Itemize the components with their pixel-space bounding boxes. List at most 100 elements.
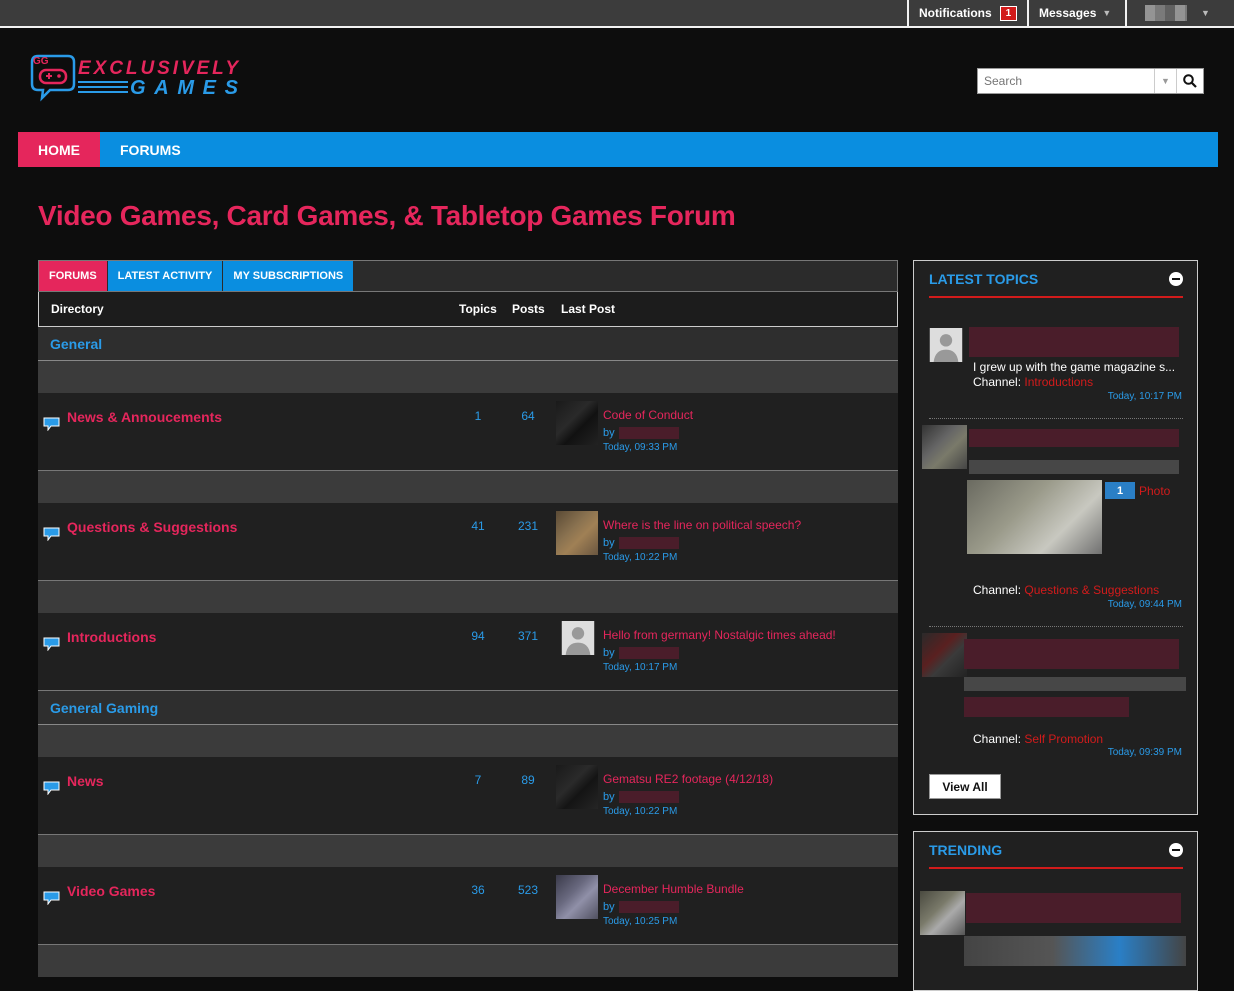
last-post-author[interactable]	[618, 791, 679, 804]
page-title: Video Games, Card Games, & Tabletop Game…	[38, 200, 736, 231]
topic-photo-thumbnail[interactable]	[967, 480, 1102, 554]
chevron-down-icon: ▼	[1102, 8, 1112, 18]
last-post-author[interactable]	[618, 427, 679, 440]
last-post-title[interactable]: Gematsu RE2 footage (4/12/18)	[603, 772, 773, 786]
forum-bubble-icon	[43, 891, 60, 905]
forum-topics-count[interactable]: 41	[458, 519, 498, 533]
forum-row: News & Annoucements 1 64 Code of Conduct…	[38, 393, 898, 471]
forum-name[interactable]: News	[67, 773, 104, 789]
avatar[interactable]	[922, 425, 967, 469]
column-directory: Directory	[51, 302, 104, 316]
forum-row: Video Games 36 523 December Humble Bundl…	[38, 867, 898, 945]
forum-name[interactable]: Video Games	[67, 883, 155, 899]
last-post-by: by	[603, 647, 615, 659]
topic-title[interactable]	[966, 893, 1181, 923]
logo-line2: GAMES	[130, 77, 239, 99]
avatar	[1145, 5, 1187, 21]
widget-title: TRENDING	[929, 842, 1003, 858]
forum-posts-count[interactable]: 64	[508, 409, 548, 423]
last-post-title[interactable]: Where is the line on political speech?	[603, 518, 801, 532]
forum-row: Questions & Suggestions 41 231 Where is …	[38, 503, 898, 581]
avatar[interactable]	[556, 401, 598, 445]
tab-forums[interactable]: FORUMS	[39, 261, 107, 291]
default-avatar-icon[interactable]	[929, 328, 963, 362]
topic-time: Today, 09:44 PM	[1107, 599, 1182, 610]
last-post-by: by	[603, 537, 615, 549]
avatar[interactable]	[556, 511, 598, 555]
forum-row: Introductions 94 371 Hello from germany!…	[38, 613, 898, 691]
latest-topics-widget: LATEST TOPICS I grew up with the game ma…	[913, 260, 1198, 815]
forum-name[interactable]: Introductions	[67, 629, 156, 645]
forum-name[interactable]: Questions & Suggestions	[67, 519, 237, 535]
last-post-time: Today, 10:22 PM	[603, 552, 678, 563]
topic-title[interactable]	[964, 639, 1179, 669]
forum-name[interactable]: News & Annoucements	[67, 409, 222, 425]
forum-posts-count[interactable]: 371	[508, 629, 548, 643]
table-header: Directory Topics Posts Last Post	[38, 292, 898, 327]
avatar[interactable]	[556, 875, 598, 919]
topic-title[interactable]	[969, 429, 1179, 447]
last-post-author[interactable]	[618, 537, 679, 550]
category-header[interactable]: General	[38, 327, 898, 361]
search-input[interactable]	[978, 69, 1154, 93]
messages-button[interactable]: Messages ▼	[1027, 0, 1125, 26]
search-options-dropdown[interactable]: ▼	[1154, 69, 1176, 93]
last-post-time: Today, 10:22 PM	[603, 806, 678, 817]
tab-my-subscriptions[interactable]: MY SUBSCRIPTIONS	[223, 261, 354, 291]
notifications-count-badge: 1	[999, 5, 1018, 21]
category-header[interactable]: General Gaming	[38, 691, 898, 725]
topic-title[interactable]	[969, 327, 1179, 357]
search-button[interactable]	[1176, 69, 1203, 93]
forum-bubble-icon	[43, 637, 60, 651]
widget-title: LATEST TOPICS	[929, 271, 1039, 287]
last-post-title[interactable]: December Humble Bundle	[603, 882, 744, 896]
channel-link[interactable]: Self Promotion	[1024, 732, 1103, 746]
forum-topics-count[interactable]: 36	[458, 883, 498, 897]
last-post-time: Today, 09:33 PM	[603, 442, 678, 453]
forum-topics-count[interactable]: 94	[458, 629, 498, 643]
photo-link[interactable]: Photo	[1139, 484, 1170, 498]
forum-posts-count[interactable]: 89	[508, 773, 548, 787]
forum-bubble-icon	[43, 781, 60, 795]
user-menu-button[interactable]: ▼	[1125, 0, 1234, 26]
default-avatar-icon[interactable]	[561, 621, 595, 655]
last-post-by: by	[603, 427, 615, 439]
topic-time: Today, 10:17 PM	[1107, 391, 1182, 402]
forum-posts-count[interactable]: 231	[508, 519, 548, 533]
view-all-button[interactable]: View All	[929, 774, 1001, 799]
column-posts: Posts	[512, 302, 545, 316]
site-logo[interactable]: GG EXCLUSIVELY GAMES	[28, 50, 243, 102]
search-bar: ▼	[977, 68, 1204, 94]
logo-line1: EXCLUSIVELY	[78, 58, 240, 79]
column-topics: Topics	[459, 302, 497, 316]
nav-forums[interactable]: FORUMS	[100, 132, 201, 167]
tab-latest-activity[interactable]: LATEST ACTIVITY	[107, 261, 223, 291]
last-post-time: Today, 10:25 PM	[603, 916, 678, 927]
channel-link[interactable]: Questions & Suggestions	[1024, 583, 1159, 597]
avatar[interactable]	[556, 765, 598, 809]
collapse-icon[interactable]	[1169, 843, 1183, 857]
chevron-down-icon: ▼	[1201, 8, 1210, 18]
forum-topics-count[interactable]: 1	[458, 409, 498, 423]
nav-home[interactable]: HOME	[18, 132, 100, 167]
forum-posts-count[interactable]: 523	[508, 883, 548, 897]
photo-count-badge: 1	[1105, 482, 1135, 499]
collapse-icon[interactable]	[1169, 272, 1183, 286]
last-post-title[interactable]: Code of Conduct	[603, 408, 693, 422]
avatar[interactable]	[922, 633, 967, 677]
main-nav: HOME FORUMS	[18, 132, 1218, 167]
topic-snippet: I grew up with the game magazine s...	[973, 360, 1176, 374]
top-bar: Notifications 1 Messages ▼ ▼	[0, 0, 1234, 28]
last-post-author[interactable]	[618, 901, 679, 914]
notifications-label: Notifications	[919, 6, 992, 20]
trending-widget: TRENDING	[913, 831, 1198, 991]
forum-bubble-icon	[43, 527, 60, 541]
last-post-by: by	[603, 901, 615, 913]
last-post-title[interactable]: Hello from germany! Nostalgic times ahea…	[603, 628, 836, 642]
notifications-button[interactable]: Notifications 1	[907, 0, 1027, 26]
channel-link[interactable]: Introductions	[1024, 375, 1093, 389]
avatar[interactable]	[920, 891, 965, 935]
last-post-time: Today, 10:17 PM	[603, 662, 678, 673]
last-post-author[interactable]	[618, 647, 679, 660]
forum-topics-count[interactable]: 7	[458, 773, 498, 787]
